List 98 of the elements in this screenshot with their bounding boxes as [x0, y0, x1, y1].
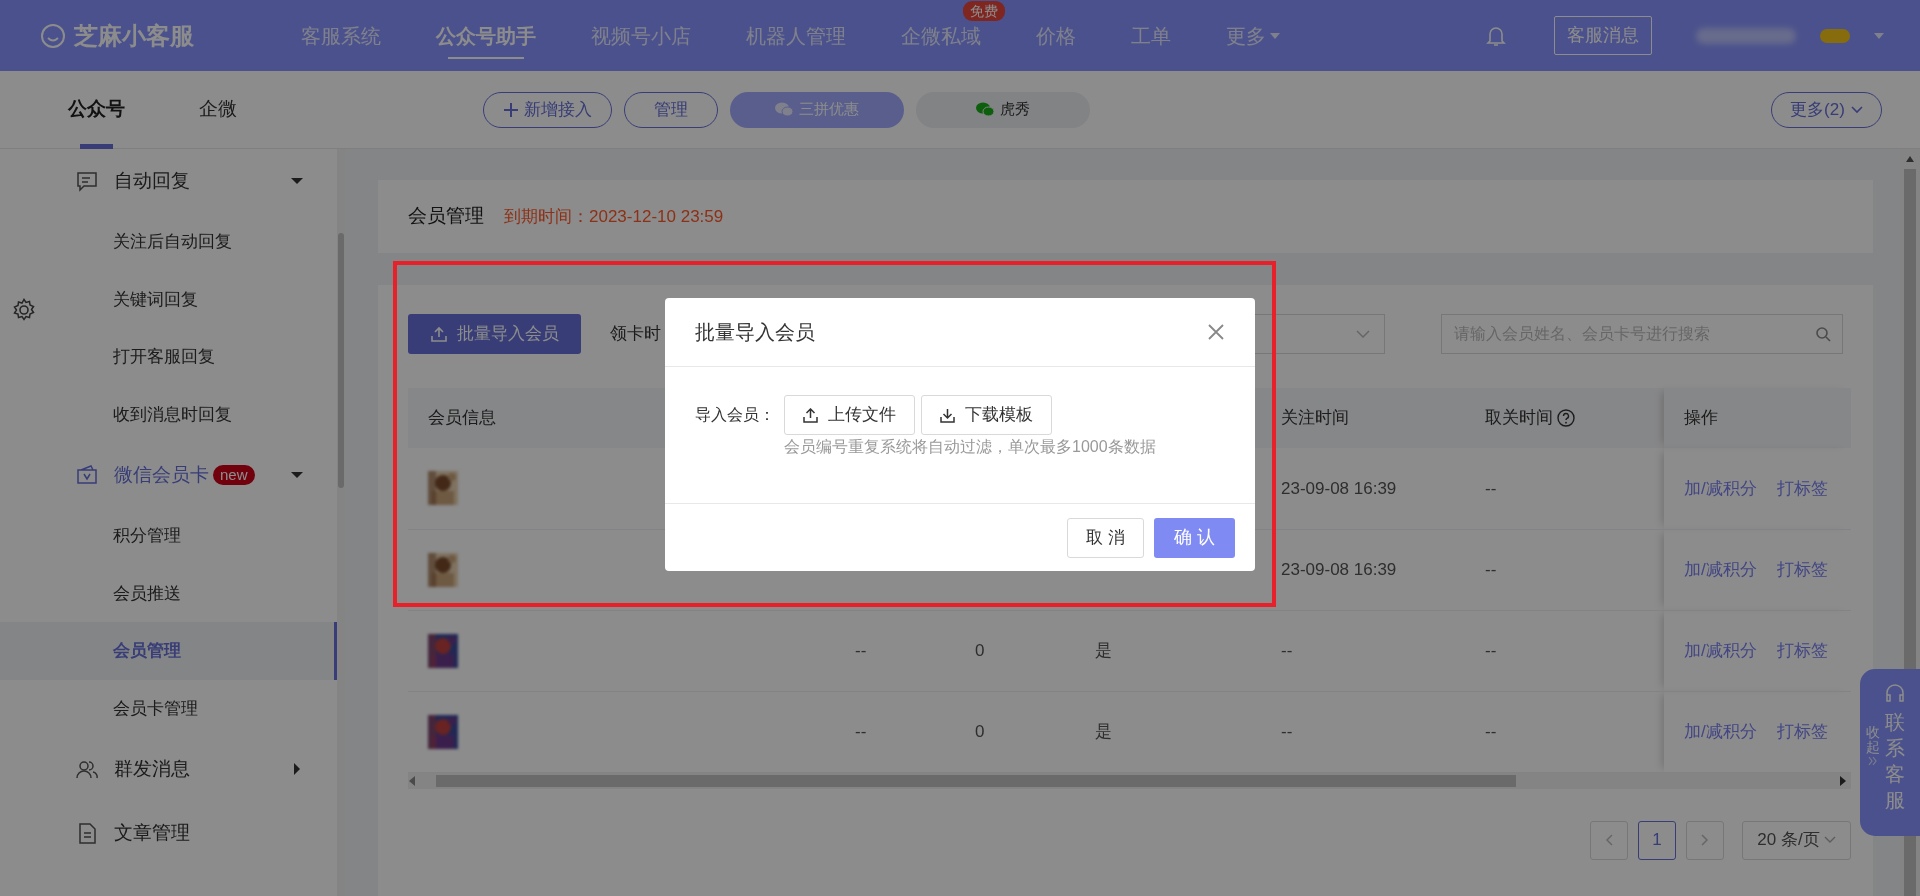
table-cell: 是 [1095, 640, 1112, 660]
bell-icon[interactable] [1486, 24, 1506, 47]
sidebar-item[interactable]: 关注后自动回复 [0, 213, 337, 271]
import-button[interactable]: 批量导入会员 [408, 314, 581, 354]
action-link[interactable]: 打标签 [1776, 475, 1828, 501]
page-button[interactable]: 1 [1638, 820, 1676, 860]
action-link[interactable]: 打标签 [1776, 556, 1828, 583]
document-icon [76, 822, 98, 844]
chevron-right-icon [1701, 834, 1709, 846]
sidebar-item[interactable]: 文章管理 [0, 801, 337, 865]
sidebar-item[interactable]: 收到消息时回复 [0, 385, 337, 443]
chevron-down-icon [1850, 105, 1863, 114]
table-cell: 23-09-08 16:39 [1281, 559, 1397, 579]
caret-down-icon[interactable] [291, 469, 303, 481]
collapse-text: 收起 [1866, 725, 1880, 756]
table-cell: -- [1485, 721, 1497, 741]
vip-badge-icon [1820, 26, 1850, 45]
next-page-button[interactable] [1686, 820, 1724, 860]
close-icon[interactable] [1207, 323, 1225, 341]
sidebar-item[interactable]: 会员管理 [0, 622, 337, 680]
upload-icon [803, 407, 818, 423]
logo-text: 芝麻小客服 [74, 20, 194, 51]
action-button[interactable]: 管理 [624, 91, 718, 128]
download-icon [940, 407, 955, 423]
tab[interactable]: 企微 [199, 70, 237, 149]
search-icon [1815, 326, 1831, 342]
chevron-down-icon [1356, 330, 1370, 338]
table-cell: -- [855, 640, 867, 660]
upload-icon [430, 326, 447, 342]
field-label: 导入会员： [695, 405, 776, 425]
sidebar-item[interactable]: 群发消息 [0, 737, 337, 801]
previous-page-button[interactable] [1590, 820, 1628, 860]
sidebar-item[interactable]: 关键词回复 [0, 270, 337, 328]
column-header: 会员信息 [428, 408, 496, 428]
table-cell: -- [1281, 640, 1293, 660]
table-cell: -- [1485, 559, 1497, 579]
chevron-left-icon [1605, 834, 1613, 846]
table-cell: 0 [975, 640, 985, 660]
action-link[interactable]: 加/减积分 [1684, 556, 1757, 583]
more-button[interactable]: 更多(2) [1771, 91, 1882, 128]
column-header: 关注时间 [1281, 408, 1349, 428]
table-cell: -- [1281, 721, 1293, 741]
table-cell: -- [1485, 478, 1497, 498]
contact-text: 联系客服 [1885, 710, 1905, 813]
table-cell: -- [855, 721, 867, 741]
page-title: 会员管理 [408, 204, 484, 229]
expiry-text: 到期时间：2023-12-10 23:59 [504, 205, 724, 228]
sidebar-item[interactable]: 会员推送 [0, 564, 337, 622]
table-cell: -- [1485, 640, 1497, 660]
confirm-button[interactable]: 确 认 [1154, 517, 1235, 558]
arrow-left-icon [408, 775, 416, 786]
action-button[interactable]: 新增接入 [483, 91, 612, 128]
modal-title: 批量导入会员 [695, 320, 815, 345]
action-link[interactable]: 加/减积分 [1684, 475, 1757, 501]
users-icon [76, 758, 98, 780]
column-header: 取关时间 [1485, 407, 1553, 430]
chat-bubbles-icon [976, 102, 994, 117]
account-tab[interactable]: 虎秀 [916, 91, 1090, 128]
contact-side-tab[interactable]: 收起 联系客服 [1860, 669, 1920, 836]
caret-icon[interactable] [1874, 32, 1884, 39]
table-cell: 是 [1095, 721, 1112, 741]
free-badge: 免费 [963, 1, 1005, 21]
new-badge: new [213, 465, 255, 485]
page-size-select[interactable]: 20 条/页 [1742, 820, 1851, 860]
caret-down-icon[interactable] [291, 175, 303, 187]
column-header: 操作 [1684, 408, 1718, 428]
table-cell: 23-09-08 16:39 [1281, 478, 1397, 498]
action-link[interactable]: 打标签 [1776, 637, 1828, 664]
message-icon [76, 170, 98, 192]
sidebar-item[interactable]: 打开客服回复 [0, 328, 337, 386]
sidebar-item[interactable]: 自动回复 [0, 149, 337, 213]
arrow-right-icon [1839, 775, 1847, 786]
chevron-down-icon [1823, 836, 1836, 844]
card-icon [76, 464, 98, 486]
action-link[interactable]: 打标签 [1776, 718, 1828, 745]
caret-right-icon[interactable] [291, 763, 303, 775]
help-icon[interactable] [1557, 409, 1575, 427]
sidebar-item[interactable]: 积分管理 [0, 507, 337, 565]
headset-icon [1884, 683, 1906, 705]
arrow-up-icon[interactable] [1905, 155, 1915, 163]
table-cell: 0 [975, 721, 985, 741]
nav-link[interactable]: 公众号助手 [436, 11, 536, 60]
cancel-button[interactable]: 取 消 [1067, 517, 1144, 558]
double-chevron-icon [1868, 755, 1878, 766]
action-link[interactable]: 加/减积分 [1684, 637, 1757, 664]
message-button[interactable]: 客服消息 [1554, 16, 1652, 55]
scrollbar[interactable] [337, 149, 345, 896]
download-button[interactable]: 下载模板 [921, 395, 1052, 435]
action-link[interactable]: 加/减积分 [1684, 718, 1757, 745]
settings-icon[interactable] [12, 298, 36, 322]
sidebar-item[interactable]: 微信会员卡 new [0, 443, 337, 507]
plus-icon [503, 102, 518, 117]
smile-logo-icon [40, 22, 66, 49]
upload-button[interactable]: 上传文件 [784, 395, 915, 435]
hint-text: 会员编号重复系统将自动过滤，单次最多1000条数据 [784, 437, 1157, 457]
filter-label: 领卡时 [610, 323, 661, 346]
caret-icon[interactable] [1270, 32, 1280, 39]
chat-bubbles-icon [775, 102, 793, 117]
